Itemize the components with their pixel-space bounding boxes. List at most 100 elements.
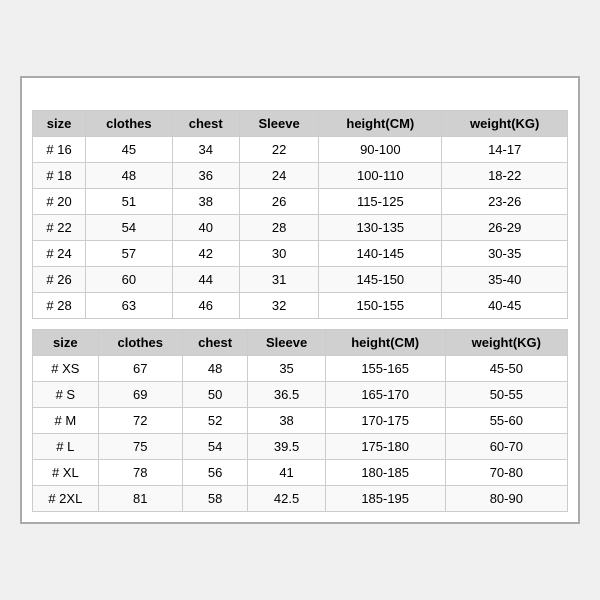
table-cell: 23-26 — [442, 189, 568, 215]
table-cell: # 28 — [33, 293, 86, 319]
table-row: # M725238170-17555-60 — [33, 408, 568, 434]
table-cell: 45-50 — [445, 356, 567, 382]
table-cell: # 22 — [33, 215, 86, 241]
table-cell: 55-60 — [445, 408, 567, 434]
table-cell: 57 — [86, 241, 172, 267]
table-cell: 58 — [182, 486, 248, 512]
table-cell: 155-165 — [325, 356, 445, 382]
table-cell: 39.5 — [248, 434, 325, 460]
table-cell: 69 — [98, 382, 182, 408]
table-row: # 28634632150-15540-45 — [33, 293, 568, 319]
table-cell: 170-175 — [325, 408, 445, 434]
table-row: # 26604431145-15035-40 — [33, 267, 568, 293]
table-cell: 75 — [98, 434, 182, 460]
table-cell: # XL — [33, 460, 99, 486]
table-cell: 145-150 — [319, 267, 442, 293]
table-cell: 51 — [86, 189, 172, 215]
table-cell: # 18 — [33, 163, 86, 189]
table-cell: 60-70 — [445, 434, 567, 460]
table-cell: 56 — [182, 460, 248, 486]
table-cell: # M — [33, 408, 99, 434]
table-cell: # 26 — [33, 267, 86, 293]
table-cell: 50 — [182, 382, 248, 408]
table-cell: 14-17 — [442, 137, 568, 163]
table-cell: 38 — [172, 189, 239, 215]
table-cell: 45 — [86, 137, 172, 163]
table-cell: # S — [33, 382, 99, 408]
table-row: # 2XL815842.5185-19580-90 — [33, 486, 568, 512]
size-table-2: sizeclotheschestSleeveheight(CM)weight(K… — [32, 329, 568, 512]
table-cell: 30 — [239, 241, 318, 267]
table2-header-cell: clothes — [98, 330, 182, 356]
table2-header-cell: weight(KG) — [445, 330, 567, 356]
table2-header-cell: height(CM) — [325, 330, 445, 356]
table-cell: 50-55 — [445, 382, 567, 408]
table-cell: 28 — [239, 215, 318, 241]
table-cell: 81 — [98, 486, 182, 512]
table-row: # 18483624100-11018-22 — [33, 163, 568, 189]
table-cell: 36.5 — [248, 382, 325, 408]
table-cell: 26-29 — [442, 215, 568, 241]
table-cell: 54 — [182, 434, 248, 460]
table-cell: 52 — [182, 408, 248, 434]
table1-header-row: sizeclotheschestSleeveheight(CM)weight(K… — [33, 111, 568, 137]
table-cell: 175-180 — [325, 434, 445, 460]
table-cell: 35 — [248, 356, 325, 382]
table-cell: 30-35 — [442, 241, 568, 267]
table-cell: # 2XL — [33, 486, 99, 512]
table-cell: # 16 — [33, 137, 86, 163]
table-cell: 42 — [172, 241, 239, 267]
table-cell: 130-135 — [319, 215, 442, 241]
table-row: # 20513826115-12523-26 — [33, 189, 568, 215]
table1-header-cell: clothes — [86, 111, 172, 137]
table-cell: 150-155 — [319, 293, 442, 319]
table1-header-cell: size — [33, 111, 86, 137]
table-cell: 67 — [98, 356, 182, 382]
table-cell: 31 — [239, 267, 318, 293]
table-cell: 48 — [182, 356, 248, 382]
table-row: # S695036.5165-17050-55 — [33, 382, 568, 408]
table2-header-cell: chest — [182, 330, 248, 356]
table-cell: 140-145 — [319, 241, 442, 267]
table-cell: 24 — [239, 163, 318, 189]
table-cell: 100-110 — [319, 163, 442, 189]
table-cell: 40-45 — [442, 293, 568, 319]
table-cell: 46 — [172, 293, 239, 319]
table-cell: 180-185 — [325, 460, 445, 486]
table-cell: 70-80 — [445, 460, 567, 486]
table-cell: 35-40 — [442, 267, 568, 293]
table-cell: 78 — [98, 460, 182, 486]
table1-header-cell: weight(KG) — [442, 111, 568, 137]
table-cell: 34 — [172, 137, 239, 163]
table-row: # 24574230140-14530-35 — [33, 241, 568, 267]
table-cell: 63 — [86, 293, 172, 319]
table-cell: 32 — [239, 293, 318, 319]
table-cell: # XS — [33, 356, 99, 382]
table-cell: 22 — [239, 137, 318, 163]
table2-header-cell: size — [33, 330, 99, 356]
table-cell: # 24 — [33, 241, 86, 267]
table-cell: 72 — [98, 408, 182, 434]
table-row: # L755439.5175-18060-70 — [33, 434, 568, 460]
table-cell: 90-100 — [319, 137, 442, 163]
table1-header-cell: height(CM) — [319, 111, 442, 137]
table-cell: 54 — [86, 215, 172, 241]
table-cell: 38 — [248, 408, 325, 434]
table-row: # 1645342290-10014-17 — [33, 137, 568, 163]
table-cell: 40 — [172, 215, 239, 241]
table-gap — [32, 319, 568, 329]
table-cell: 185-195 — [325, 486, 445, 512]
table-cell: 48 — [86, 163, 172, 189]
size-table-1: sizeclotheschestSleeveheight(CM)weight(K… — [32, 110, 568, 319]
table-cell: 60 — [86, 267, 172, 293]
table-cell: 18-22 — [442, 163, 568, 189]
table-cell: 165-170 — [325, 382, 445, 408]
chart-title — [32, 88, 568, 110]
table1-header-cell: Sleeve — [239, 111, 318, 137]
table-cell: # 20 — [33, 189, 86, 215]
table2-header-row: sizeclotheschestSleeveheight(CM)weight(K… — [33, 330, 568, 356]
table-row: # XL785641180-18570-80 — [33, 460, 568, 486]
table-row: # XS674835155-16545-50 — [33, 356, 568, 382]
size-chart-card: sizeclotheschestSleeveheight(CM)weight(K… — [20, 76, 580, 524]
table-cell: 115-125 — [319, 189, 442, 215]
